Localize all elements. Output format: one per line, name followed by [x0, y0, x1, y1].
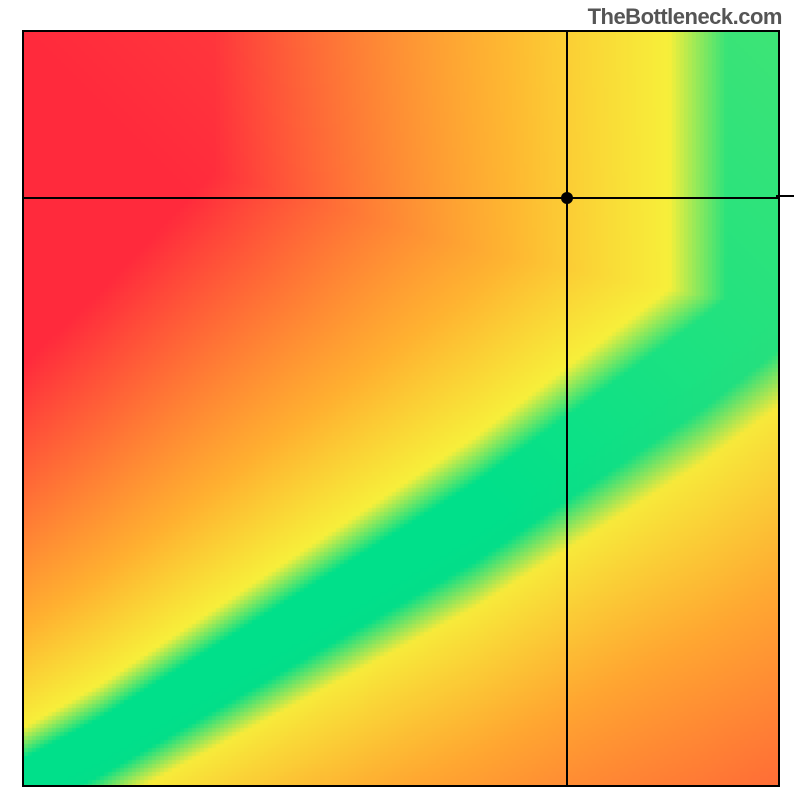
crosshair-horizontal — [24, 197, 778, 199]
heatmap-canvas — [24, 32, 778, 785]
crosshair-horizontal-overflow — [776, 195, 794, 197]
plot-frame — [22, 30, 780, 787]
crosshair-vertical — [566, 32, 568, 785]
attribution-text: TheBottleneck.com — [588, 4, 782, 30]
chart-container: TheBottleneck.com — [0, 0, 800, 800]
marker-dot — [561, 192, 573, 204]
